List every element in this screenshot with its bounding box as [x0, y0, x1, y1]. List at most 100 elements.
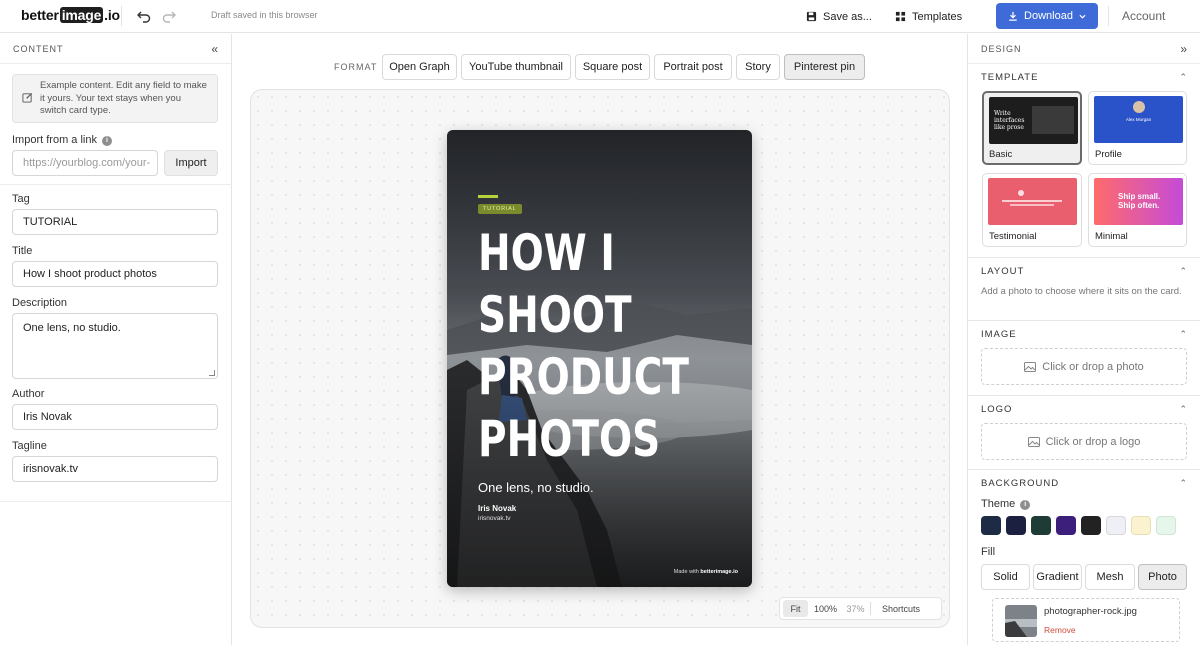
template-basic[interactable]: Write interfaces like prose Basic — [982, 91, 1082, 165]
uploaded-photo: photographer-rock.jpg Remove — [992, 598, 1180, 642]
logo-text-highlight: image — [59, 7, 104, 23]
card-title: HOW I SHOOT PRODUCT PHOTOS — [478, 222, 690, 470]
template-profile[interactable]: Alex Morgan Profile — [1088, 91, 1187, 165]
zoom-100-button[interactable]: 100% — [808, 600, 843, 617]
theme-swatch[interactable] — [1081, 516, 1101, 535]
undo-icon[interactable] — [136, 8, 152, 24]
image-icon — [1027, 436, 1040, 447]
card-accent-bar — [478, 195, 498, 198]
import-button[interactable]: Import — [164, 150, 218, 176]
info-icon[interactable]: i — [1020, 500, 1031, 510]
shortcuts-button[interactable]: Shortcuts — [873, 600, 929, 617]
template-basic-preview-text: Write interfaces like prose — [994, 110, 1025, 131]
logo-text-post: .io — [104, 7, 120, 23]
zoom-fit-button[interactable]: Fit — [783, 600, 808, 617]
content-heading: CONTENT — [13, 43, 64, 54]
remove-photo-link[interactable]: Remove — [1044, 625, 1076, 635]
layout-hint: Add a photo to choose where it sits on t… — [981, 286, 1182, 297]
template-testimonial-thumb — [988, 178, 1077, 225]
image-section-header[interactable]: IMAGE ⌃ — [968, 329, 1200, 340]
fill-solid-button[interactable]: Solid — [981, 564, 1030, 590]
collapse-left-icon[interactable]: « — [211, 42, 218, 56]
template-minimal[interactable]: Ship small. Ship often. Minimal — [1088, 173, 1187, 247]
card-watermark: Made with betterimage.io — [674, 569, 738, 575]
theme-swatch[interactable] — [1131, 516, 1151, 535]
card-author: Iris Novak — [478, 504, 517, 513]
templates-button[interactable]: Templates — [895, 7, 962, 26]
description-textarea[interactable]: One lens, no studio. — [12, 313, 218, 379]
chevron-up-icon: ⌃ — [1179, 266, 1187, 276]
template-minimal-label: Minimal — [1095, 231, 1128, 242]
toolbar-divider-right — [1108, 6, 1109, 26]
tagline-input[interactable]: irisnovak.tv — [12, 456, 218, 482]
format-open-graph[interactable]: Open Graph — [382, 54, 457, 80]
save-as-button[interactable]: Save as... — [806, 7, 872, 26]
toolbar-divider — [121, 6, 122, 26]
template-basic-label: Basic — [989, 149, 1013, 160]
template-testimonial[interactable]: Testimonial — [982, 173, 1082, 247]
layout-heading: LAYOUT — [981, 266, 1025, 277]
design-panel: DESIGN » TEMPLATE ⌃ Write interfaces lik… — [967, 34, 1200, 645]
theme-swatch[interactable] — [981, 516, 1001, 535]
theme-swatch[interactable] — [1106, 516, 1126, 535]
logo-section-header[interactable]: LOGO ⌃ — [968, 404, 1200, 415]
format-square-post[interactable]: Square post — [575, 54, 650, 80]
template-profile-thumb: Alex Morgan — [1094, 96, 1183, 143]
template-minimal-preview-text: Ship small. Ship often. — [1118, 192, 1161, 210]
card-title-line: SHOOT — [478, 286, 632, 344]
edit-icon — [22, 92, 33, 103]
theme-swatch[interactable] — [1006, 516, 1026, 535]
card-title-line: PRODUCT — [478, 348, 690, 406]
redo-icon[interactable] — [161, 8, 177, 24]
format-story[interactable]: Story — [736, 54, 780, 80]
zoom-divider — [870, 602, 871, 615]
photo-thumbnail-image — [1005, 605, 1037, 637]
card-title-line: HOW I — [478, 224, 615, 282]
author-input[interactable]: Iris Novak — [12, 404, 218, 430]
theme-label: Theme i — [981, 498, 1186, 511]
template-basic-image — [1032, 106, 1074, 134]
card-preview[interactable]: TUTORIAL HOW I SHOOT PRODUCT PHOTOS One … — [447, 130, 752, 587]
fill-mesh-button[interactable]: Mesh — [1085, 564, 1135, 590]
fill-gradient-button[interactable]: Gradient — [1033, 564, 1082, 590]
fill-photo-button[interactable]: Photo — [1138, 564, 1187, 590]
quote-line — [1010, 204, 1054, 206]
resize-grip-icon[interactable] — [209, 370, 215, 376]
format-label: FORMAT — [334, 62, 378, 72]
grid-icon — [895, 11, 906, 22]
background-section-header[interactable]: BACKGROUND ⌃ — [968, 478, 1200, 489]
image-icon — [1024, 361, 1037, 372]
download-button[interactable]: Download — [996, 3, 1098, 29]
draft-status: Draft saved in this browser — [211, 10, 318, 20]
import-label: Import from a link i — [12, 134, 112, 146]
made-with-brand: betterimage.io — [700, 569, 738, 575]
image-dropzone[interactable]: Click or drop a photo — [981, 348, 1187, 385]
title-input[interactable]: How I shoot product photos — [12, 261, 218, 287]
collapse-right-icon[interactable]: » — [1180, 42, 1187, 56]
section-divider — [968, 395, 1200, 396]
format-youtube-thumbnail[interactable]: YouTube thumbnail — [461, 54, 571, 80]
template-profile-label: Profile — [1095, 149, 1122, 160]
theme-swatch[interactable] — [1156, 516, 1176, 535]
import-label-text: Import from a link — [12, 134, 97, 146]
info-icon[interactable]: i — [101, 136, 112, 146]
import-url-input[interactable]: https://yourblog.com/your- — [12, 150, 158, 176]
template-section-header[interactable]: TEMPLATE ⌃ — [968, 72, 1200, 83]
made-with-text: Made with — [673, 569, 699, 575]
photo-filename: photographer-rock.jpg — [1044, 606, 1137, 617]
theme-swatch[interactable] — [1056, 516, 1076, 535]
template-testimonial-label: Testimonial — [989, 231, 1037, 242]
format-pinterest-pin[interactable]: Pinterest pin — [784, 54, 865, 80]
theme-swatch[interactable] — [1031, 516, 1051, 535]
account-menu[interactable]: Account — [1122, 9, 1165, 23]
tag-input[interactable]: TUTORIAL — [12, 209, 218, 235]
quote-line — [1002, 200, 1062, 202]
logo-dropzone[interactable]: Click or drop a logo — [981, 423, 1187, 460]
download-label: Download — [1024, 10, 1073, 22]
quote-avatar — [1018, 190, 1024, 196]
content-panel-header: CONTENT « — [0, 34, 231, 64]
format-portrait-post[interactable]: Portrait post — [654, 54, 732, 80]
layout-section-header[interactable]: LAYOUT ⌃ — [968, 266, 1200, 277]
save-icon — [806, 11, 817, 22]
app-logo[interactable]: better image .io — [21, 7, 120, 23]
